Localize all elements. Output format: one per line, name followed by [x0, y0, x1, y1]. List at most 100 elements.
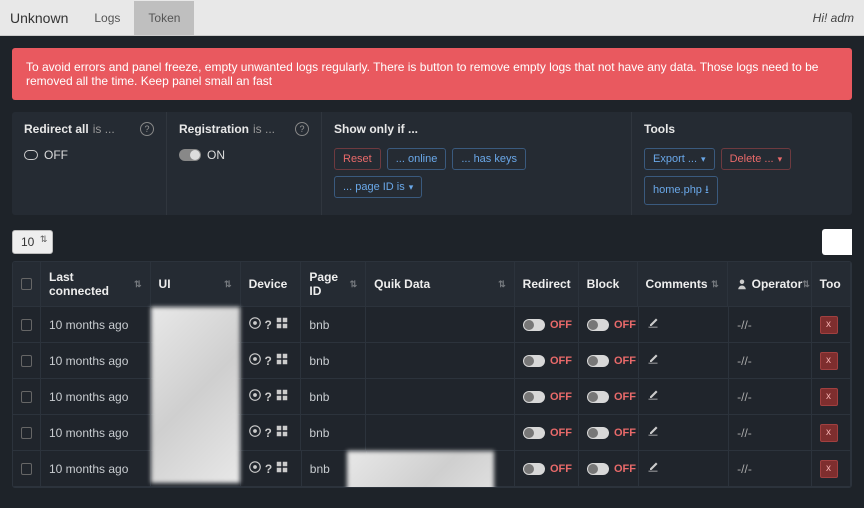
edit-icon[interactable]	[647, 461, 659, 476]
checkbox-icon	[21, 278, 32, 290]
cell-operator: -//-	[729, 343, 811, 378]
delete-button[interactable]: Delete ...▾	[721, 148, 792, 170]
tab-token[interactable]: Token	[134, 1, 194, 35]
cell-checkbox[interactable]	[13, 307, 41, 342]
col-quikdata[interactable]: Quik Data⇅	[366, 262, 515, 306]
cell-checkbox[interactable]	[13, 415, 41, 450]
redirect-toggle[interactable]: OFF	[523, 391, 572, 403]
col-ui[interactable]: UI⇅	[151, 262, 241, 306]
filter-online-button[interactable]: ... online	[387, 148, 447, 170]
cell-comments	[639, 343, 729, 378]
cell-pageid: bnb	[301, 343, 366, 378]
col-tool[interactable]: Too	[812, 262, 851, 306]
perpage-select[interactable]: 10 ⇅	[12, 230, 53, 254]
chrome-icon	[249, 389, 261, 404]
delete-row-button[interactable]: x	[820, 460, 838, 478]
cell-redirect: OFF	[515, 415, 579, 450]
filter-pageid-button[interactable]: ... page ID is▾	[334, 176, 422, 198]
col-comments[interactable]: Comments⇅	[638, 262, 728, 306]
user-icon	[736, 278, 748, 290]
toggle-switch-icon	[523, 355, 545, 367]
tools-cell: Tools Export ...▾ Delete ...▾ home.php ⭳	[632, 112, 852, 215]
redirect-toggle[interactable]: OFF	[523, 463, 572, 475]
registration-toggle[interactable]: ON	[179, 148, 309, 162]
col-redirect[interactable]: Redirect	[515, 262, 579, 306]
toggle-label: OFF	[614, 427, 636, 439]
redirect-toggle[interactable]: OFF	[523, 355, 572, 367]
link-icon	[24, 150, 38, 160]
toggle-switch-icon	[587, 319, 609, 331]
search-input[interactable]	[822, 229, 852, 255]
cell-redirect: OFF	[515, 379, 579, 414]
chevron-down-icon: ▾	[701, 154, 706, 164]
checkbox-icon	[21, 355, 32, 367]
chevron-down-icon: ▾	[409, 182, 414, 192]
download-icon: ⭳	[705, 184, 709, 196]
cell-last-connected: 10 months ago	[41, 343, 151, 378]
cell-checkbox[interactable]	[13, 343, 41, 378]
reset-button[interactable]: Reset	[334, 148, 381, 170]
cell-last-connected: 10 months ago	[41, 415, 151, 450]
cell-ui	[151, 307, 241, 342]
chrome-icon	[249, 317, 261, 332]
cell-redirect: OFF	[515, 451, 579, 486]
sort-icon: ⇅	[711, 279, 719, 290]
cell-checkbox[interactable]	[13, 379, 41, 414]
edit-icon[interactable]	[647, 389, 659, 404]
sort-icon: ⇅	[134, 279, 142, 290]
toggle-label: OFF	[614, 355, 636, 367]
cell-comments	[639, 379, 729, 414]
edit-icon[interactable]	[647, 353, 659, 368]
redirect-toggle[interactable]: OFF	[24, 148, 154, 162]
chrome-icon	[249, 425, 261, 440]
col-device[interactable]: Device	[241, 262, 302, 306]
block-toggle[interactable]: OFF	[587, 319, 636, 331]
home-button[interactable]: home.php ⭳	[644, 176, 718, 205]
toggle-switch-icon	[523, 319, 545, 331]
col-pageid[interactable]: Page ID⇅	[301, 262, 366, 306]
table-row: 10 months ago ? bnb OFF OFF -//- x	[13, 451, 851, 487]
delete-row-button[interactable]: x	[820, 316, 838, 334]
windows-icon	[276, 461, 288, 476]
cell-device: ?	[241, 451, 302, 486]
edit-icon[interactable]	[647, 317, 659, 332]
delete-row-button[interactable]: x	[820, 352, 838, 370]
col-checkbox[interactable]	[13, 262, 41, 306]
showonly-title: Show only if ...	[334, 122, 418, 136]
delete-row-button[interactable]: x	[820, 388, 838, 406]
cell-block: OFF	[579, 343, 639, 378]
redirect-toggle[interactable]: OFF	[523, 319, 572, 331]
cell-comments	[639, 307, 729, 342]
list-controls: 10 ⇅	[12, 229, 852, 255]
toggle-label: OFF	[614, 391, 636, 403]
help-icon[interactable]: ?	[140, 122, 154, 136]
toggle-switch-icon	[523, 427, 545, 439]
tab-logs[interactable]: Logs	[80, 1, 134, 35]
help-icon[interactable]: ?	[295, 122, 309, 136]
delete-row-button[interactable]: x	[820, 424, 838, 442]
toggle-label: OFF	[550, 319, 572, 331]
cell-checkbox[interactable]	[13, 451, 41, 486]
col-last-connected[interactable]: Last connected⇅	[41, 262, 151, 306]
edit-icon[interactable]	[647, 425, 659, 440]
toggle-switch-icon	[523, 391, 545, 403]
redirect-title: Redirect all	[24, 122, 89, 136]
cell-quikdata	[366, 343, 515, 378]
col-block[interactable]: Block	[579, 262, 638, 306]
cell-device: ?	[241, 307, 302, 342]
toggle-label: OFF	[550, 427, 572, 439]
cell-comments	[639, 451, 729, 486]
toggle-switch-icon	[179, 149, 201, 161]
toggle-label: OFF	[550, 355, 572, 367]
export-button[interactable]: Export ...▾	[644, 148, 715, 170]
col-operator[interactable]: Operator⇅	[728, 262, 812, 306]
redirect-all-cell: Redirect all is ... ? OFF	[12, 112, 167, 215]
block-toggle[interactable]: OFF	[587, 463, 636, 475]
block-toggle[interactable]: OFF	[587, 355, 636, 367]
block-toggle[interactable]: OFF	[587, 391, 636, 403]
redirect-state: OFF	[44, 148, 68, 162]
blurred-content	[151, 307, 240, 483]
filter-haskeys-button[interactable]: ... has keys	[452, 148, 526, 170]
redirect-toggle[interactable]: OFF	[523, 427, 572, 439]
block-toggle[interactable]: OFF	[587, 427, 636, 439]
